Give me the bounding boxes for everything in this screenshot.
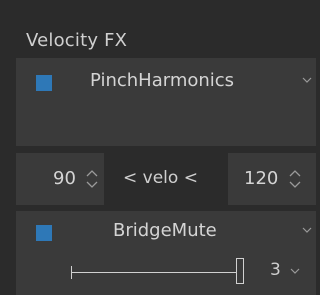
velocity-max-box[interactable]: 120 [228,153,316,205]
effect-1-panel: PinchHarmonics [16,58,316,146]
effect-1-select[interactable]: PinchHarmonics [90,70,234,91]
effect-2-checkbox[interactable] [36,225,52,241]
velocity-range-row: 90 < velo < 120 [16,153,316,205]
velocity-label: < velo < [123,168,198,188]
amount-slider-track[interactable] [71,272,237,273]
chevron-down-icon[interactable] [290,268,300,277]
amount-slider-handle[interactable] [236,258,244,284]
spinner-updown-icon[interactable] [288,166,302,192]
spinner-updown-icon[interactable] [85,166,99,192]
velocity-min-box[interactable]: 90 [16,153,104,205]
velocity-max-value[interactable]: 120 [244,168,278,189]
velocity-min-value[interactable]: 90 [53,168,76,189]
panel-title: Velocity FX [26,30,128,51]
effect-2-select[interactable]: BridgeMute [113,220,217,241]
effect-1-checkbox[interactable] [36,75,52,91]
amount-value[interactable]: 3 [270,260,281,280]
effect-2-panel: BridgeMute [16,211,316,295]
chevron-down-icon[interactable] [302,77,312,86]
chevron-down-icon[interactable] [302,227,312,236]
